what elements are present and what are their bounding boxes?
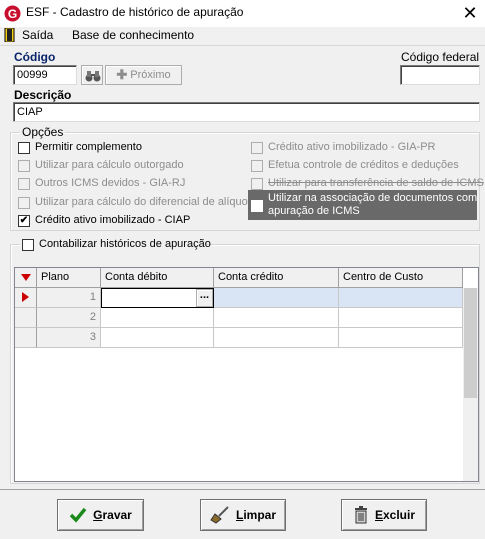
codigo-federal-input[interactable]: [400, 65, 480, 85]
descricao-input[interactable]: CIAP: [13, 102, 480, 122]
current-row-icon: [22, 292, 29, 302]
search-button[interactable]: [81, 65, 103, 85]
menu-divider: [0, 45, 485, 46]
svg-text:G: G: [8, 7, 17, 21]
menu-saida[interactable]: Saída: [22, 28, 53, 42]
limpar-label: impar: [243, 508, 277, 522]
grid-cell-conta-debito[interactable]: [101, 328, 214, 348]
grid-cell-plano[interactable]: 2: [37, 308, 101, 328]
diferencial-aliquota-checkbox[interactable]: [18, 197, 30, 209]
trash-icon: [354, 506, 367, 524]
row-indicator[interactable]: [15, 308, 37, 328]
diferencial-aliquota-label: Utilizar para cálculo do diferencial de …: [35, 196, 257, 208]
permitir-complemento-label: Permitir complemento: [35, 141, 142, 153]
plus-icon: ✚: [116, 67, 128, 82]
grid-cell-conta-debito[interactable]: [101, 308, 214, 328]
checkmark-icon: [69, 507, 87, 523]
credito-ciap-label: Crédito ativo imobilizado - CIAP: [35, 214, 191, 226]
descricao-label: Descrição: [14, 88, 72, 102]
proximo-button[interactable]: ✚ Próximo: [105, 65, 182, 85]
grid-cell-plano[interactable]: 3: [37, 328, 101, 348]
scrollbar-thumb[interactable]: [464, 288, 477, 398]
gravar-button[interactable]: Gravar: [57, 499, 144, 531]
excluir-label: xcluir: [383, 508, 416, 522]
outros-icms-gia-rj-label: Outros ICMS devidos - GIA-RJ: [35, 177, 186, 189]
controle-creditos-label: Efetua controle de créditos e deduções: [268, 159, 459, 171]
col-conta-debito[interactable]: Conta débito: [101, 268, 214, 288]
col-plano[interactable]: Plano: [37, 268, 101, 288]
accounts-grid[interactable]: Plano Conta débito Conta crédito Centro …: [14, 267, 479, 482]
credito-gia-pr-checkbox[interactable]: [251, 142, 263, 154]
codigo-federal-label: Código federal: [401, 50, 480, 64]
check-icon: ✔: [19, 215, 29, 226]
associacao-documentos-label-line2: apuração de ICMS: [268, 205, 360, 217]
col-conta-credito[interactable]: Conta crédito: [214, 268, 339, 288]
grid-cell-plano[interactable]: 1: [37, 288, 101, 308]
grid-cell-conta-credito[interactable]: [214, 288, 339, 308]
sort-down-icon: [21, 274, 31, 281]
grid-corner: [15, 268, 37, 288]
controle-creditos-checkbox[interactable]: [251, 160, 263, 172]
contabilizar-label: Contabilizar históricos de apuração: [39, 238, 211, 250]
broom-icon: [210, 506, 229, 524]
transferencia-saldo-label: Utilizar para transferência de saldo de …: [268, 177, 484, 189]
credito-ciap-checkbox[interactable]: ✔: [18, 215, 30, 227]
lookup-ellipsis-button[interactable]: ...: [196, 289, 213, 307]
binoculars-icon: [85, 71, 101, 82]
grid-vertical-scrollbar[interactable]: [463, 288, 478, 481]
credito-gia-pr-label: Crédito ativo imobilizado - GIA-PR: [268, 141, 436, 153]
associacao-documentos-label-line1: Utilizar na associação de documentos com: [268, 192, 478, 204]
excluir-button[interactable]: Excluir: [341, 499, 427, 531]
col-centro-custo[interactable]: Centro de Custo: [339, 268, 463, 288]
permitir-complemento-checkbox[interactable]: [18, 142, 30, 154]
grid-cell-centro-custo[interactable]: [339, 328, 463, 348]
gravar-label: ravar: [102, 508, 132, 522]
codigo-label: Código: [14, 50, 56, 64]
exit-door-icon: [4, 28, 15, 42]
grid-cell-conta-credito[interactable]: [214, 328, 339, 348]
limpar-button[interactable]: Limpar: [200, 499, 286, 531]
menu-base-conhecimento[interactable]: Base de conhecimento: [72, 28, 194, 42]
grid-cell-conta-credito[interactable]: [214, 308, 339, 328]
row-indicator[interactable]: [15, 288, 37, 308]
associacao-documentos-checkbox[interactable]: [251, 200, 263, 212]
grid-cell-centro-custo[interactable]: [339, 288, 463, 308]
calculo-outorgado-label: Utilizar para cálculo outorgado: [35, 159, 184, 171]
opcoes-title: Opções: [20, 125, 66, 139]
codigo-input[interactable]: 00999: [13, 65, 77, 85]
proximo-label: Próximo: [130, 69, 171, 81]
grid-cell-centro-custo[interactable]: [339, 308, 463, 328]
excluir-accel: E: [374, 508, 383, 522]
outros-icms-gia-rj-checkbox[interactable]: [18, 178, 30, 190]
close-icon[interactable]: ✕: [458, 1, 482, 25]
calculo-outorgado-checkbox[interactable]: [18, 160, 30, 172]
contabilizar-checkbox[interactable]: [22, 239, 34, 251]
app-logo-icon: G: [4, 5, 21, 22]
window-title: ESF - Cadastro de histórico de apuração: [26, 5, 244, 19]
transferencia-saldo-checkbox[interactable]: [251, 178, 263, 190]
row-indicator[interactable]: [15, 328, 37, 348]
